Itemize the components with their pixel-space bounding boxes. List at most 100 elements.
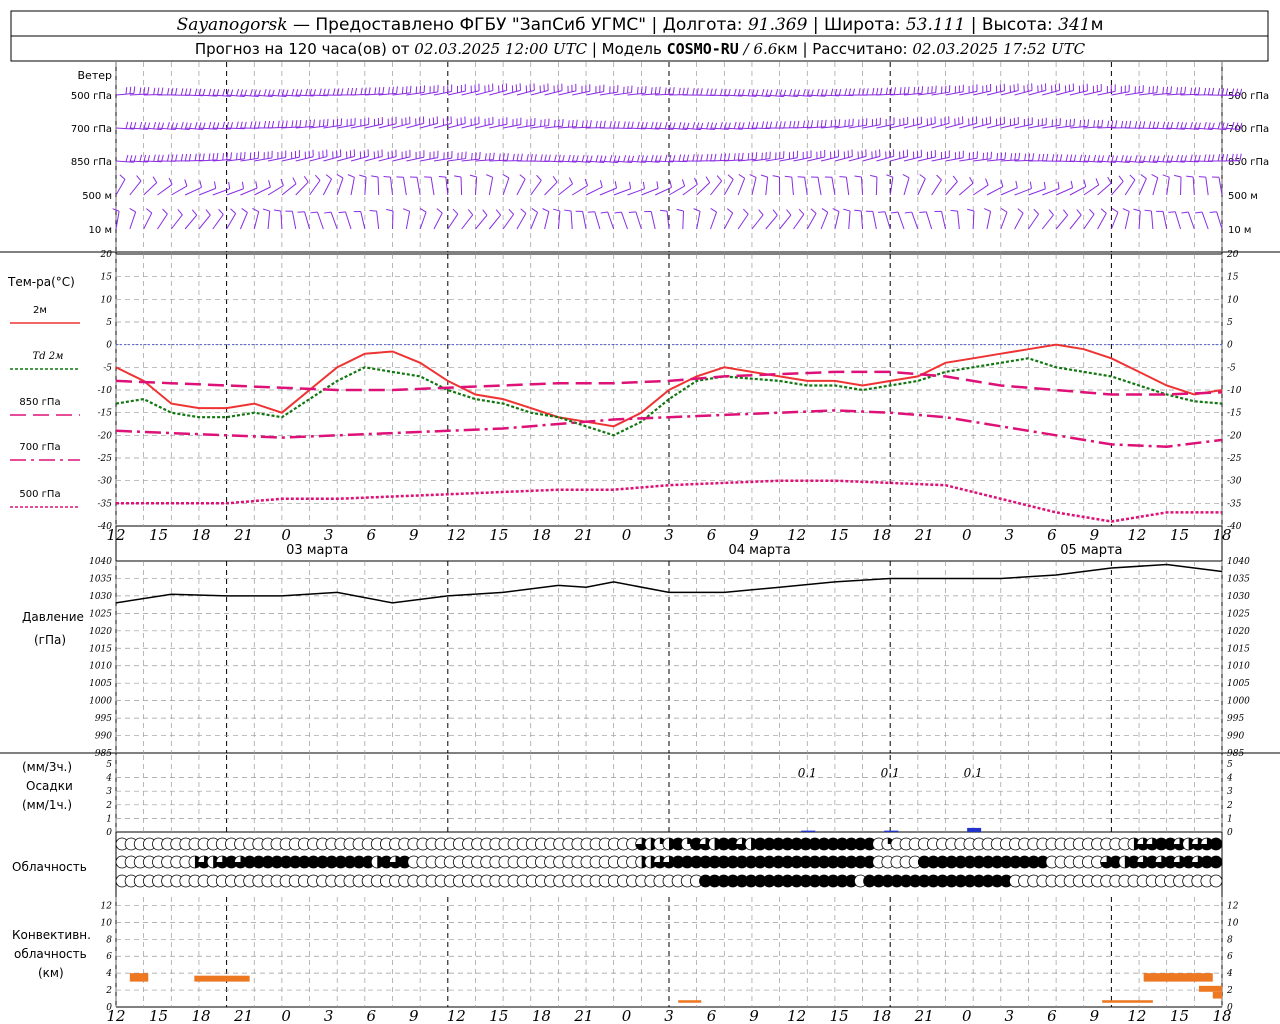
wind-barb-flag — [409, 85, 412, 93]
wind-barb-flag — [760, 174, 768, 178]
wind-barb-flag — [986, 152, 989, 160]
hour-label-top: 3 — [1005, 526, 1015, 544]
wind-barb — [831, 177, 836, 196]
wind-barb-flag — [495, 209, 502, 216]
wind-barb — [198, 214, 211, 230]
wind-barb-flag — [886, 174, 894, 178]
wind-barb — [267, 211, 271, 230]
wind-barb-flag — [249, 89, 253, 97]
hour-label-top: 0 — [281, 526, 291, 544]
wind-level-label-right: 500 м — [1228, 191, 1258, 202]
wind-barb-flag — [554, 119, 556, 127]
wind-barb-flag — [1170, 86, 1173, 94]
wind-barb-flag — [191, 209, 198, 216]
wind-barb-flag — [716, 175, 723, 182]
wind-barb-flag — [810, 120, 814, 128]
hour-label-bottom: 15 — [1170, 1007, 1189, 1024]
wind-barb — [530, 180, 542, 196]
wind-barb-flag — [436, 208, 443, 214]
wind-barb-flag — [692, 154, 695, 162]
wind-barb-flag — [589, 120, 592, 128]
wind-barb-flag — [1065, 154, 1069, 162]
wind-barb-flag — [324, 211, 332, 214]
wind-barb — [447, 213, 459, 230]
wind-barb — [806, 213, 817, 230]
wind-barb-flag — [1138, 121, 1142, 129]
wind-barb-flag — [664, 154, 668, 162]
hour-label-top: 12 — [1127, 526, 1146, 544]
wind-barb-flag — [876, 87, 879, 95]
conv-bar — [129, 973, 149, 982]
temp-tick-right: -20 — [1227, 431, 1242, 441]
wind-barb-flag — [325, 174, 332, 180]
wind-barb-flag — [628, 211, 636, 214]
wind-barb-flag — [177, 209, 183, 216]
precip-unit1h: (мм/1ч.) — [22, 798, 72, 812]
wind-barb-flag — [299, 119, 302, 127]
wind-barb-flag — [1111, 207, 1119, 213]
wind-barb-flag — [581, 120, 584, 128]
hour-label-top: 12 — [447, 526, 466, 544]
wind-barb-flag — [236, 88, 240, 96]
wind-barb-flag — [263, 89, 267, 97]
hour-label-bottom: 15 — [830, 1007, 849, 1024]
wind-barb-flag — [273, 209, 281, 212]
wind-barb-flag — [1018, 152, 1021, 160]
wind-barb-flag — [520, 153, 523, 161]
wind-barb-flag — [802, 120, 806, 128]
wind-barb-flag — [990, 151, 993, 159]
altitude-unit: м — [1091, 15, 1104, 35]
wind-barb-flag — [678, 154, 682, 162]
wind-barb-flag — [935, 85, 937, 93]
wind-barb-flag — [706, 153, 709, 161]
wind-barb-flag — [779, 121, 782, 129]
hour-label-top: 0 — [622, 526, 632, 544]
hour-label-bottom: 9 — [409, 1007, 419, 1024]
temp-title: Тем-ра(°С) — [7, 275, 75, 289]
wind-barb-flag — [755, 152, 758, 160]
precip-tick-left: 5 — [106, 760, 112, 770]
wind-barb-flag — [1195, 211, 1203, 214]
wind-barb-flag — [1057, 181, 1060, 189]
hour-label-top: 3 — [324, 526, 334, 544]
wind-barb-flag — [613, 121, 616, 129]
wind-barb-flag — [644, 86, 647, 94]
wind-barb-flag — [870, 174, 878, 178]
wind-barb — [817, 177, 822, 196]
wind-barb-flag — [1129, 174, 1136, 181]
hour-label-bottom: 0 — [962, 1007, 972, 1024]
model-label: | Модель — [587, 40, 667, 58]
temp-tick-left: -40 — [98, 522, 113, 532]
wind-barb — [1166, 177, 1170, 196]
wind-barb-flag — [567, 154, 571, 162]
precip-annotation: 0.1 — [881, 766, 900, 780]
wind-barb-flag — [872, 87, 875, 95]
wind-barb — [376, 211, 380, 230]
wind-barb-flag — [614, 211, 622, 214]
wind-barb-flag — [213, 181, 217, 189]
wind-barb — [405, 211, 411, 230]
wind-barb-flag — [581, 154, 585, 162]
wind-barb-flag — [180, 153, 184, 162]
wind-barb-flag — [326, 118, 329, 126]
model-resolution-unit: км — [777, 40, 797, 58]
hour-label-bottom: 15 — [149, 1007, 168, 1024]
latitude-value: 53.111 — [906, 15, 965, 35]
wind-barb — [336, 177, 344, 196]
wind-barb-flag — [810, 208, 817, 214]
wind-barb-flag — [982, 152, 985, 160]
wind-barb-flag — [854, 175, 862, 178]
conv-unit: (км) — [38, 966, 64, 980]
wind-barb — [860, 211, 864, 230]
temp-tick-left: -10 — [98, 386, 113, 396]
precip-tick-right: 2 — [1226, 801, 1233, 811]
wind-barb-flag — [216, 152, 219, 160]
wind-barb-flag — [1107, 176, 1112, 184]
wind-barb-flag — [936, 174, 942, 181]
wind-barb-flag — [775, 121, 778, 129]
wind-barb-flag — [1211, 154, 1215, 162]
wind-barb-flag — [738, 173, 745, 179]
wind-barb-flag — [1107, 154, 1110, 162]
wind-barb-flag — [1004, 152, 1007, 160]
wind-barb-flag — [1120, 155, 1124, 162]
